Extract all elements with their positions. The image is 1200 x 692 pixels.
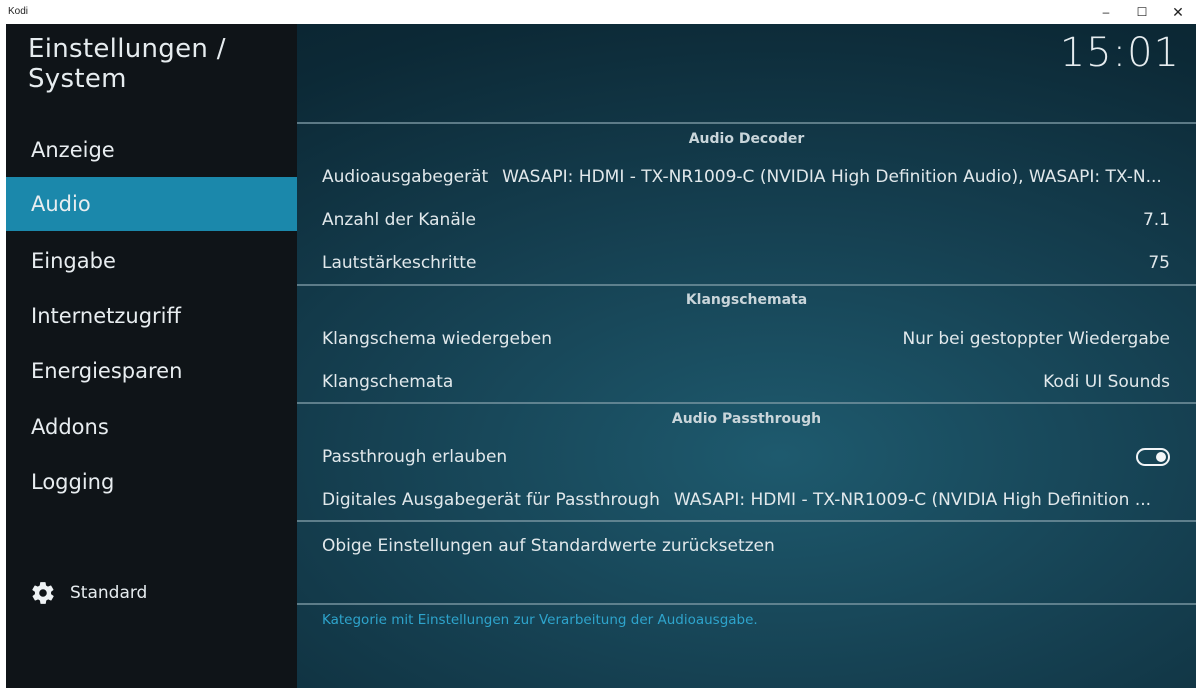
setting-label: Lautstärkeschritte bbox=[322, 253, 477, 273]
reset-settings-label: Obige Einstellungen auf Standardwerte zu… bbox=[322, 536, 775, 556]
setting-play-sound-scheme[interactable]: Klangschema wiedergeben Nur bei gestoppt… bbox=[322, 319, 1170, 359]
window-title: Kodi bbox=[8, 6, 29, 17]
setting-volume-steps[interactable]: Lautstärkeschritte 75 bbox=[322, 243, 1170, 283]
setting-label: Digitales Ausgabegerät für Passthrough bbox=[322, 490, 660, 510]
setting-label: Passthrough erlauben bbox=[322, 447, 508, 467]
setting-value: Kodi UI Sounds bbox=[1043, 372, 1170, 392]
section-divider bbox=[297, 284, 1196, 286]
setting-value: 7.1 bbox=[1142, 210, 1170, 230]
section-title-klangschemata: Klangschemata bbox=[685, 292, 808, 308]
sidebar-item-label: Logging bbox=[31, 470, 115, 494]
section-divider bbox=[297, 122, 1196, 124]
reset-settings-button[interactable]: Obige Einstellungen auf Standardwerte zu… bbox=[322, 526, 1170, 566]
setting-value: 75 bbox=[1148, 253, 1170, 273]
sidebar-item-label: Internetzugriff bbox=[31, 304, 181, 328]
category-description: Kategorie mit Einstellungen zur Verarbei… bbox=[322, 612, 758, 628]
passthrough-toggle[interactable] bbox=[1136, 448, 1170, 466]
sidebar-item-logging[interactable]: Logging bbox=[6, 455, 297, 509]
minimize-button[interactable]: – bbox=[1088, 0, 1124, 24]
page-title: Einstellungen / System bbox=[28, 34, 226, 94]
sidebar-item-anzeige[interactable]: Anzeige bbox=[6, 123, 297, 177]
setting-sound-scheme[interactable]: Klangschemata Kodi UI Sounds bbox=[322, 362, 1170, 402]
setting-label: Klangschemata bbox=[322, 372, 454, 392]
setting-channel-count[interactable]: Anzahl der Kanäle 7.1 bbox=[322, 200, 1170, 240]
section-title-audio-decoder: Audio Decoder bbox=[688, 131, 805, 147]
settings-level-label: Standard bbox=[70, 583, 148, 603]
sidebar-item-internetzugriff[interactable]: Internetzugriff bbox=[6, 289, 297, 343]
setting-label: Anzahl der Kanäle bbox=[322, 210, 476, 230]
sidebar-item-label: Audio bbox=[31, 192, 91, 216]
sidebar-item-addons[interactable]: Addons bbox=[6, 400, 297, 454]
sidebar-item-label: Anzeige bbox=[31, 138, 115, 162]
close-icon: ✕ bbox=[1172, 3, 1184, 20]
setting-value: WASAPI: HDMI - TX-NR1009-C (NVIDIA High … bbox=[502, 167, 1162, 187]
setting-value: WASAPI: HDMI - TX-NR1009-C (NVIDIA High … bbox=[673, 490, 1152, 510]
kodi-app: Einstellungen / System Anzeige Audio Ein… bbox=[6, 24, 1196, 688]
setting-label: Audioausgabegerät bbox=[322, 167, 489, 187]
toggle-knob bbox=[1156, 452, 1166, 462]
maximize-icon: ☐ bbox=[1136, 5, 1148, 19]
sidebar-item-energiesparen[interactable]: Energiesparen bbox=[6, 344, 297, 398]
sidebar-item-label: Eingabe bbox=[31, 249, 116, 273]
setting-passthrough-device[interactable]: Digitales Ausgabegerät für Passthrough W… bbox=[322, 480, 1170, 520]
sidebar-item-audio[interactable]: Audio bbox=[6, 177, 297, 231]
description-divider bbox=[297, 603, 1196, 605]
sidebar: Einstellungen / System Anzeige Audio Ein… bbox=[6, 24, 297, 688]
setting-label: Klangschema wiedergeben bbox=[322, 329, 552, 349]
settings-level-button[interactable]: Standard bbox=[30, 580, 147, 606]
setting-value: Nur bei gestoppter Wiedergabe bbox=[902, 329, 1170, 349]
settings-panel: Audio Decoder Audioausgabegerät WASAPI: … bbox=[297, 24, 1196, 688]
section-divider bbox=[297, 520, 1196, 522]
maximize-button[interactable]: ☐ bbox=[1124, 0, 1160, 24]
section-title-audio-passthrough: Audio Passthrough bbox=[671, 411, 822, 427]
minimize-icon: – bbox=[1102, 5, 1110, 19]
close-button[interactable]: ✕ bbox=[1160, 0, 1196, 24]
setting-allow-passthrough[interactable]: Passthrough erlauben bbox=[322, 437, 1170, 477]
section-divider bbox=[297, 402, 1196, 404]
sidebar-item-eingabe[interactable]: Eingabe bbox=[6, 234, 297, 288]
gear-icon bbox=[32, 582, 54, 604]
sidebar-item-label: Energiesparen bbox=[31, 359, 183, 383]
setting-audio-output-device[interactable]: Audioausgabegerät WASAPI: HDMI - TX-NR10… bbox=[322, 157, 1170, 197]
sidebar-item-label: Addons bbox=[31, 415, 109, 439]
window-titlebar: Kodi – ☐ ✕ bbox=[0, 0, 1200, 24]
